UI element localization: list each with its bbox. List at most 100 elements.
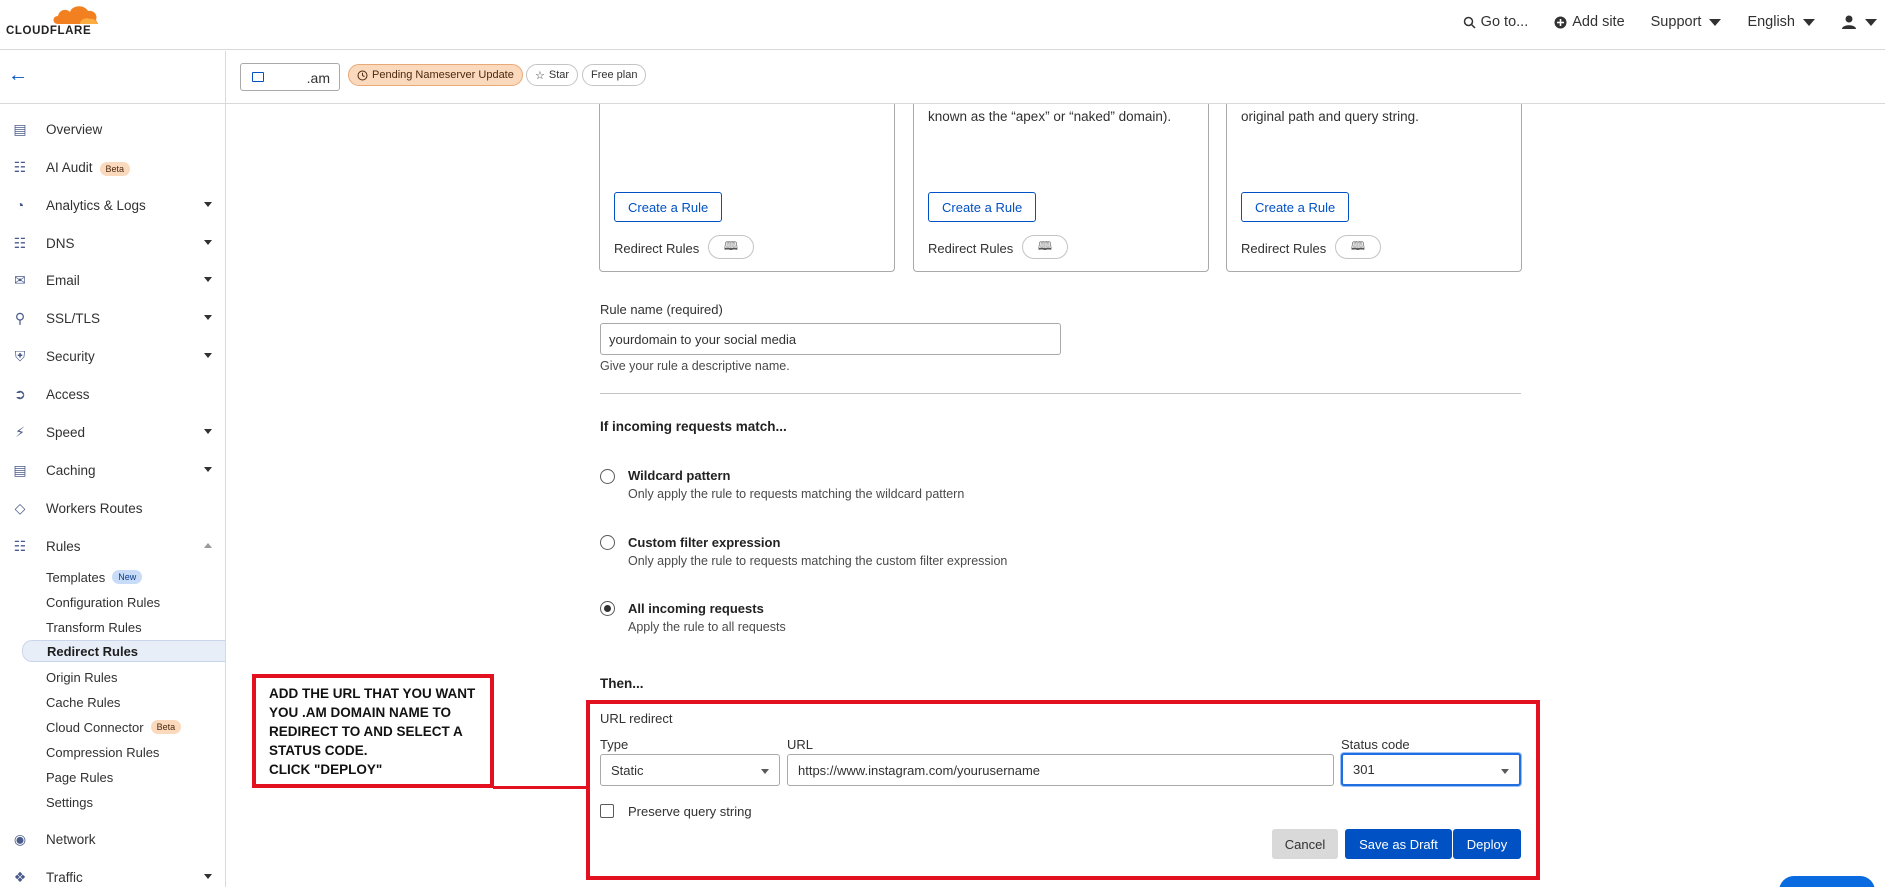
sidebar-item-label: Caching bbox=[46, 462, 96, 478]
sidebar-item-label: Traffic bbox=[46, 869, 83, 885]
chevron-down-icon bbox=[204, 315, 212, 320]
sidebar-item-dns[interactable]: ☷ DNS bbox=[0, 228, 225, 258]
custom-filter-radio[interactable] bbox=[600, 535, 615, 550]
star-label: Star bbox=[548, 69, 570, 81]
chevron-down-icon bbox=[204, 874, 212, 879]
sidebar-item-label: Access bbox=[46, 386, 90, 402]
domain-selector[interactable]: .am bbox=[240, 63, 340, 91]
chevron-down-icon bbox=[204, 277, 212, 282]
calendar-icon bbox=[252, 72, 264, 82]
lock-icon: ⚲ bbox=[14, 309, 26, 326]
sidebar-item-workers-routes[interactable]: ◇ Workers Routes bbox=[0, 493, 225, 523]
top-nav: Go to... Add site Support English bbox=[1463, 0, 1885, 44]
book-icon[interactable]: 🕮 bbox=[708, 235, 754, 259]
plan-badge[interactable]: Free plan bbox=[582, 64, 647, 86]
sidebar-item-security[interactable]: ⛨ Security bbox=[0, 341, 225, 371]
pin-icon: ◉ bbox=[13, 830, 27, 847]
traffic-icon: ❖ bbox=[13, 868, 27, 885]
beta-badge: Beta bbox=[99, 161, 131, 176]
add-site-label: Add site bbox=[1572, 14, 1625, 30]
create-rule-button[interactable]: Create a Rule bbox=[928, 192, 1037, 222]
access-icon: ➲ bbox=[14, 385, 26, 402]
user-menu[interactable] bbox=[1841, 14, 1877, 30]
sidebar-subitem-redirect-rules[interactable]: Redirect Rules bbox=[22, 640, 225, 662]
annotation-line: ADD THE URL THAT YOU WANT bbox=[269, 686, 476, 701]
sidebar-subitem-page-rules[interactable]: Page Rules bbox=[46, 766, 113, 788]
annotation-connector bbox=[493, 786, 588, 789]
sidebar-item-network[interactable]: ◉ Network bbox=[0, 824, 225, 854]
domain-name: .am bbox=[306, 70, 330, 86]
back-arrow-icon[interactable]: ← bbox=[8, 64, 28, 87]
sidebar-subitem-templates[interactable]: Templates New bbox=[46, 566, 143, 588]
envelope-icon: ✉ bbox=[14, 271, 26, 288]
all-requests-radio[interactable] bbox=[600, 601, 615, 616]
top-bar: CLOUDFLARE Go to... Add site Support Eng… bbox=[0, 0, 1885, 50]
template-card: Create a Rule Redirect Rules 🕮 bbox=[599, 104, 895, 272]
custom-filter-desc: Only apply the rule to requests matching… bbox=[628, 554, 1008, 568]
sidebar-subitem-compression-rules[interactable]: Compression Rules bbox=[46, 741, 159, 763]
goto-label: Go to... bbox=[1480, 14, 1529, 30]
goto-button[interactable]: Go to... bbox=[1463, 14, 1529, 30]
sidebar-item-label: Security bbox=[46, 348, 95, 364]
zone-header: ← .am Pending Nameserver Update ☆ Star F… bbox=[0, 51, 1885, 104]
annotation-line: YOU .AM DOMAIN NAME TO bbox=[269, 705, 451, 720]
sidebar-item-label: SSL/TLS bbox=[46, 310, 101, 326]
annotation-line: REDIRECT TO AND SELECT A bbox=[269, 724, 463, 739]
plus-circle-icon bbox=[1554, 16, 1567, 28]
create-rule-button[interactable]: Create a Rule bbox=[1241, 192, 1350, 222]
pending-label: Pending Nameserver Update bbox=[372, 69, 514, 81]
chevron-down-icon bbox=[1865, 18, 1877, 26]
wildcard-pattern-radio[interactable] bbox=[600, 469, 615, 484]
chevron-down-icon bbox=[204, 240, 212, 245]
pending-status-badge[interactable]: Pending Nameserver Update bbox=[348, 64, 523, 86]
language-dropdown[interactable]: English bbox=[1747, 14, 1815, 30]
workers-icon: ◇ bbox=[14, 499, 26, 516]
create-rule-button[interactable]: Create a Rule bbox=[614, 192, 723, 222]
sidebar-item-ai-audit[interactable]: ☷ AI Audit Beta bbox=[0, 152, 225, 182]
redirect-rules-label: Redirect Rules bbox=[1241, 241, 1327, 256]
sidebar-subitem-cloud-connector[interactable]: Cloud Connector Beta bbox=[46, 716, 182, 738]
sidebar-item-label: Email bbox=[46, 272, 80, 288]
star-icon: ☆ bbox=[535, 69, 545, 82]
star-button[interactable]: ☆ Star bbox=[526, 64, 579, 86]
sidebar-item-label: DNS bbox=[46, 235, 75, 251]
sidebar-item-label: Network bbox=[46, 831, 96, 847]
sidebar-divider bbox=[225, 51, 226, 887]
search-icon bbox=[1463, 16, 1476, 29]
sidebar-subitem-settings[interactable]: Settings bbox=[46, 791, 93, 813]
shield-icon: ⛨ bbox=[14, 347, 26, 364]
annotation-text: ADD THE URL THAT YOU WANT YOU .AM DOMAIN… bbox=[269, 684, 489, 779]
match-heading: If incoming requests match... bbox=[600, 419, 787, 434]
book-icon[interactable]: 🕮 bbox=[1335, 235, 1381, 259]
cloudflare-logo[interactable]: CLOUDFLARE bbox=[6, 2, 106, 46]
sidebar-subitem-cache-rules[interactable]: Cache Rules bbox=[46, 691, 120, 713]
network-tree-icon: ☷ bbox=[13, 234, 27, 251]
annotation-line: STATUS CODE. bbox=[269, 743, 368, 758]
rule-name-input[interactable]: yourdomain to your social media bbox=[600, 323, 1061, 355]
help-chat-button[interactable] bbox=[1779, 876, 1875, 887]
sidebar: ▤ Overview ☷ AI Audit Beta ◔ Analytics & … bbox=[0, 104, 225, 887]
support-dropdown[interactable]: Support bbox=[1651, 14, 1722, 30]
sidebar-item-traffic[interactable]: ❖ Traffic bbox=[0, 862, 225, 887]
sidebar-subitem-origin-rules[interactable]: Origin Rules bbox=[46, 666, 118, 688]
sidebar-item-ssl[interactable]: ⚲ SSL/TLS bbox=[0, 303, 225, 333]
plan-label: Free plan bbox=[591, 69, 638, 81]
book-icon[interactable]: 🕮 bbox=[1022, 235, 1068, 259]
sidebar-item-speed[interactable]: ⚡ Speed bbox=[0, 417, 225, 447]
card-description: original path and query string. bbox=[1241, 109, 1419, 124]
sidebar-item-caching[interactable]: ▤ Caching bbox=[0, 455, 225, 485]
sidebar-item-rules[interactable]: ☷ Rules bbox=[0, 531, 225, 561]
chevron-down-icon bbox=[204, 202, 212, 207]
rule-name-help: Give your rule a descriptive name. bbox=[600, 359, 790, 373]
all-requests-title: All incoming requests bbox=[628, 601, 764, 616]
sidebar-item-email[interactable]: ✉ Email bbox=[0, 265, 225, 295]
sidebar-item-overview[interactable]: ▤ Overview bbox=[0, 114, 225, 144]
sidebar-item-label: Analytics & Logs bbox=[46, 197, 146, 213]
chevron-down-icon bbox=[1803, 18, 1815, 26]
add-site-button[interactable]: Add site bbox=[1554, 14, 1625, 30]
sidebar-subitem-transform-rules[interactable]: Transform Rules bbox=[46, 616, 142, 638]
template-card: known as the “apex” or “naked” domain). … bbox=[913, 104, 1209, 272]
sidebar-subitem-configuration-rules[interactable]: Configuration Rules bbox=[46, 591, 160, 613]
sidebar-item-access[interactable]: ➲ Access bbox=[0, 379, 225, 409]
sidebar-item-analytics[interactable]: ◔ Analytics & Logs bbox=[0, 190, 225, 220]
